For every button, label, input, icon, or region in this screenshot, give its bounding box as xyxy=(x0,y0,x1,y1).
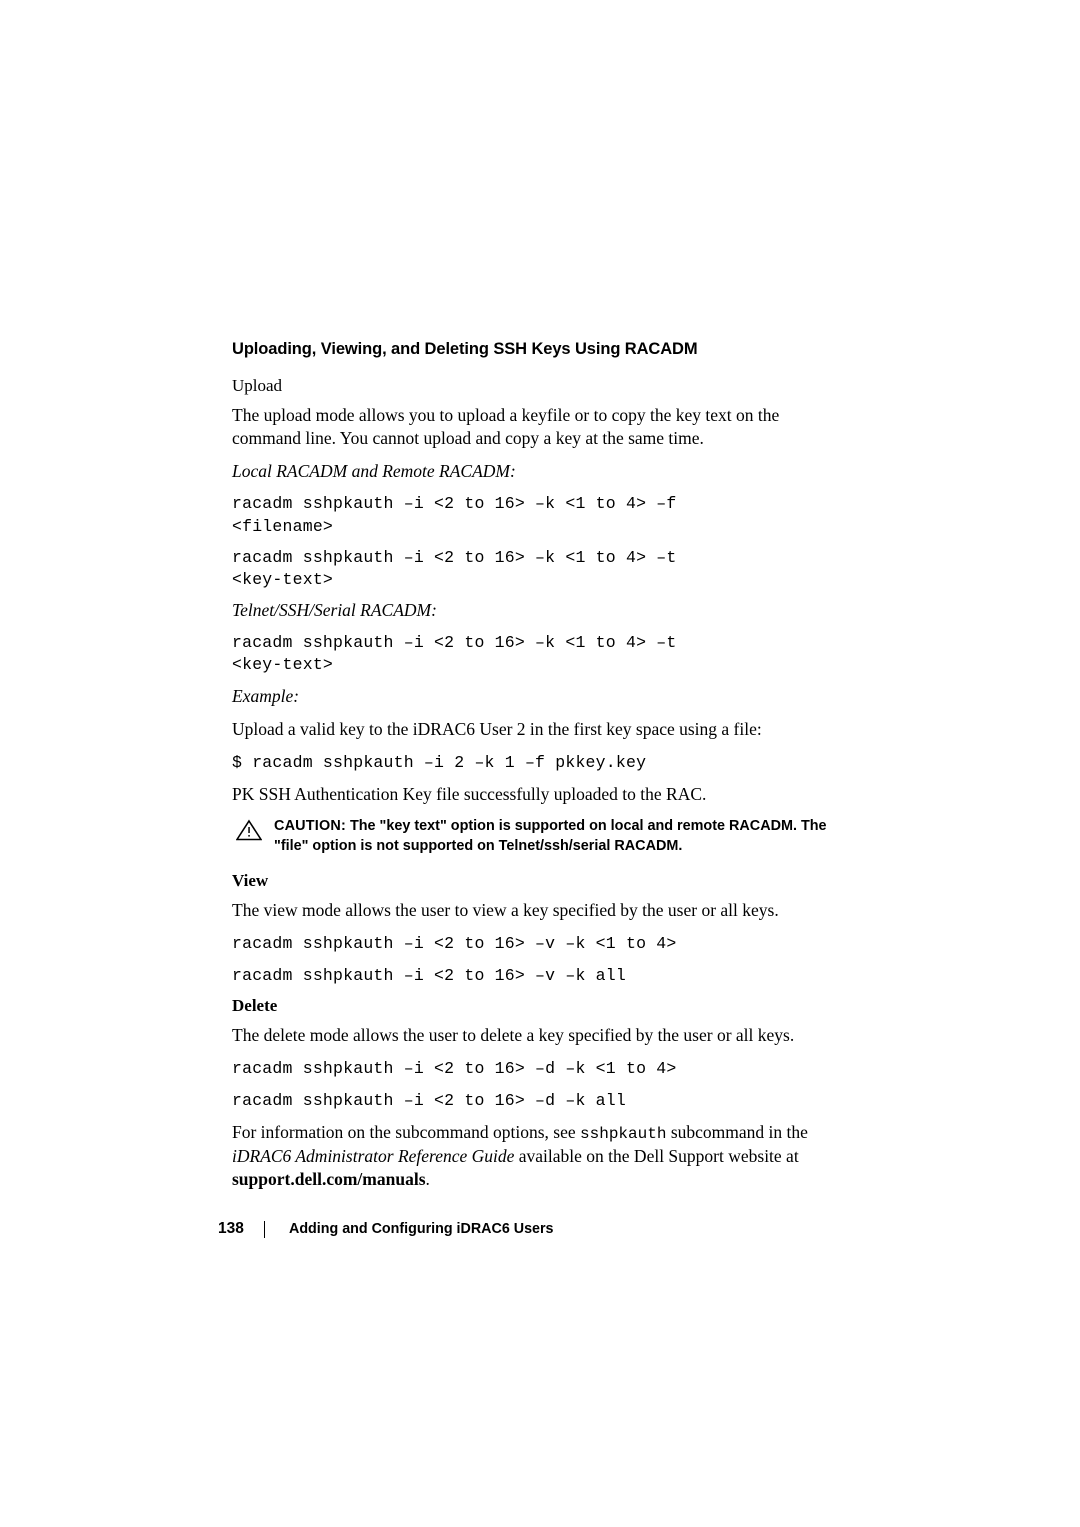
heading-upload: Upload xyxy=(232,375,283,395)
caution-block: CAUTION: The "key text" option is suppor… xyxy=(232,817,832,857)
caution-label: CAUTION: xyxy=(274,818,346,835)
code-delete-key: racadm sshpkauth –i <2 to 16> –d –k <1 t… xyxy=(232,1059,677,1079)
closing-text-4: . xyxy=(425,1169,430,1190)
code-view-key: racadm sshpkauth –i <2 to 16> –v –k <1 t… xyxy=(232,934,677,954)
page-content: Uploading, Viewing, and Deleting SSH Key… xyxy=(232,340,832,1202)
caution-body: The "key text" option is supported on lo… xyxy=(274,818,827,854)
code-upload-telnet-keytext: racadm sshpkauth –i <2 to 16> –k <1 to 4… xyxy=(232,633,677,675)
document-page: Uploading, Viewing, and Deleting SSH Key… xyxy=(0,0,1080,1527)
footer-chapter-title: Adding and Configuring iDRAC6 Users xyxy=(289,1221,554,1237)
footer-page-number: 138 xyxy=(218,1220,244,1237)
heading-view: View xyxy=(232,870,269,890)
label-telnet-ssh-serial-racadm: Telnet/SSH/Serial RACADM: xyxy=(232,600,437,621)
code-example: $ racadm sshpkauth –i 2 –k 1 –f pkkey.ke… xyxy=(232,752,647,772)
closing-italic-guide: iDRAC6 Administrator Reference Guide xyxy=(232,1145,515,1166)
example-description: Upload a valid key to the iDRAC6 User 2 … xyxy=(232,718,762,739)
closing-mono-sshpkauth: sshpkauth xyxy=(580,1124,667,1143)
delete-paragraph: The delete mode allows the user to delet… xyxy=(232,1025,795,1046)
caution-message: CAUTION: The "key text" option is suppor… xyxy=(274,817,832,857)
closing-text-3: available on the Dell Support website at xyxy=(514,1145,799,1166)
closing-bold-url: support.dell.com/manuals xyxy=(232,1169,426,1190)
label-local-remote-racadm: Local RACADM and Remote RACADM: xyxy=(232,461,516,482)
page-title: Uploading, Viewing, and Deleting SSH Key… xyxy=(232,340,698,358)
upload-paragraph: The upload mode allows you to upload a k… xyxy=(232,405,780,449)
label-example: Example: xyxy=(232,685,300,706)
closing-text-2: subcommand in the xyxy=(666,1121,808,1142)
example-result: PK SSH Authentication Key file successfu… xyxy=(232,783,707,804)
code-delete-all: racadm sshpkauth –i <2 to 16> –d –k all xyxy=(232,1090,626,1110)
view-paragraph: The view mode allows the user to view a … xyxy=(232,900,779,921)
page-footer: 138 Adding and Configuring iDRAC6 Users xyxy=(218,1220,554,1238)
closing-paragraph: For information on the subcommand option… xyxy=(232,1121,832,1191)
code-upload-file: racadm sshpkauth –i <2 to 16> –k <1 to 4… xyxy=(232,494,677,536)
closing-text-1: For information on the subcommand option… xyxy=(232,1121,581,1142)
code-view-all: racadm sshpkauth –i <2 to 16> –v –k all xyxy=(232,965,626,985)
warning-triangle-icon xyxy=(236,819,262,841)
heading-delete: Delete xyxy=(232,995,278,1015)
footer-divider xyxy=(264,1220,265,1238)
code-upload-keytext: racadm sshpkauth –i <2 to 16> –k <1 to 4… xyxy=(232,547,677,590)
